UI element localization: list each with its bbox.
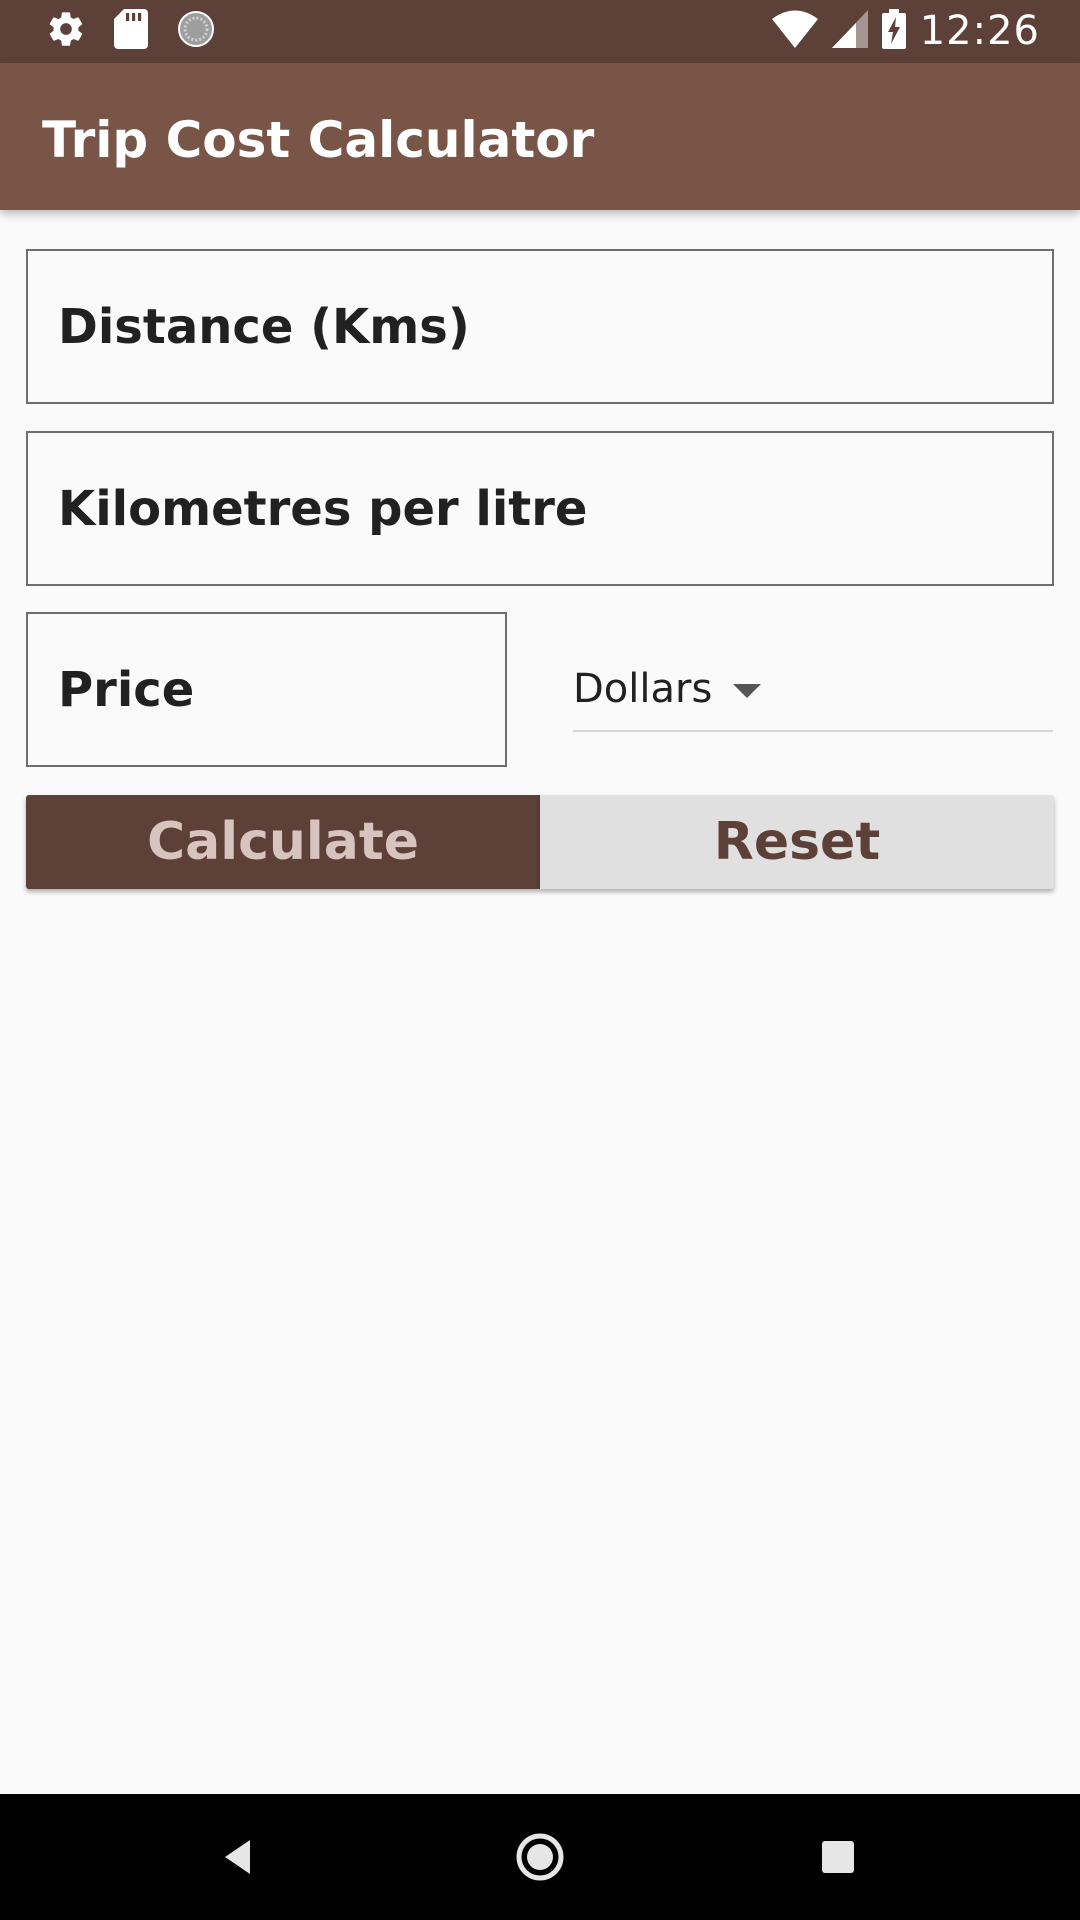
- app-bar: Trip Cost Calculator: [0, 63, 1080, 210]
- status-time: 12:26: [919, 8, 1040, 54]
- status-left-icons: [46, 8, 216, 54]
- distance-field[interactable]: [26, 249, 1054, 404]
- price-field[interactable]: [26, 612, 507, 767]
- calculate-button[interactable]: Calculate: [26, 795, 540, 889]
- page-title: Trip Cost Calculator: [42, 111, 595, 169]
- navigation-bar: [0, 1794, 1080, 1920]
- kmpl-field[interactable]: [26, 431, 1054, 586]
- sd-card-icon: [114, 8, 148, 54]
- reset-button[interactable]: Reset: [540, 795, 1054, 889]
- battery-charging-icon: [881, 8, 906, 54]
- signal-icon: [831, 9, 868, 53]
- status-right-icons: 12:26: [771, 8, 1040, 54]
- kmpl-input[interactable]: [28, 433, 1052, 584]
- wifi-icon: [771, 10, 818, 53]
- dropdown-arrow-icon: [733, 684, 761, 698]
- recents-icon[interactable]: [805, 1824, 871, 1890]
- loading-circle-icon: [176, 9, 216, 54]
- distance-input[interactable]: [28, 251, 1052, 402]
- status-bar: 12:26: [0, 0, 1080, 63]
- home-icon[interactable]: [507, 1824, 573, 1890]
- price-input[interactable]: [28, 614, 505, 765]
- currency-dropdown[interactable]: Dollars: [573, 640, 1053, 732]
- currency-selected-label: Dollars: [573, 666, 713, 712]
- gear-icon: [46, 9, 86, 54]
- back-icon[interactable]: [208, 1824, 274, 1890]
